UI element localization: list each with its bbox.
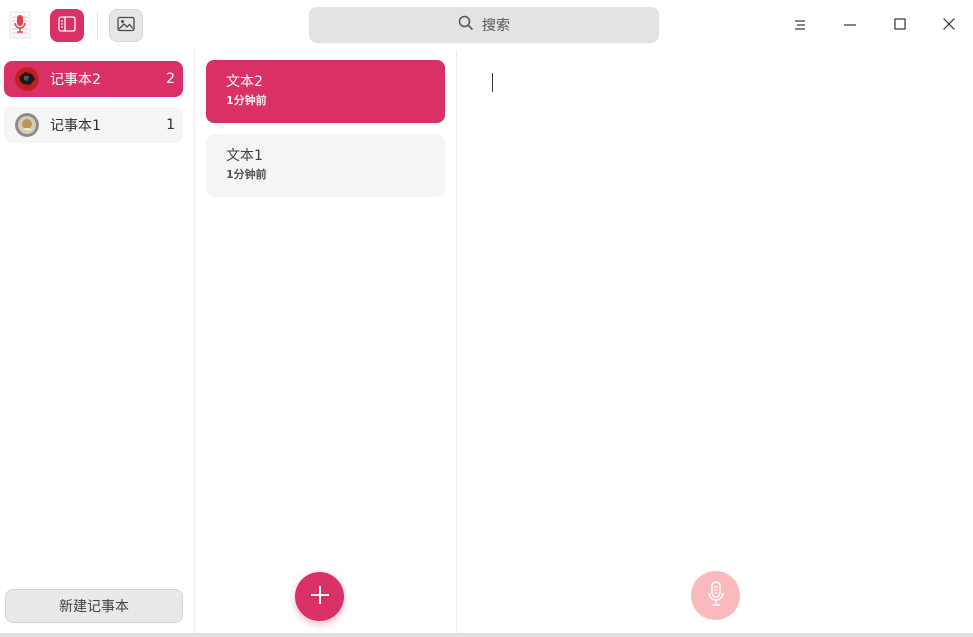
maximize-icon <box>893 16 907 35</box>
notebook-item-2[interactable]: 记事本2 2 <box>4 61 183 97</box>
notebook-panel: 记事本2 2 记事本1 1 新建记事本 <box>0 50 195 637</box>
minimize-button[interactable] <box>835 10 865 40</box>
note-timestamp: 1分钟前 <box>226 94 267 107</box>
menu-icon <box>793 16 807 35</box>
notebook-count: 1 <box>166 117 175 133</box>
window-bottom-edge <box>0 633 973 637</box>
note-title: 文本2 <box>226 74 263 90</box>
maximize-button[interactable] <box>885 10 915 40</box>
minimize-icon <box>843 16 857 35</box>
new-notebook-button[interactable]: 新建记事本 <box>5 589 183 623</box>
note-item-2[interactable]: 文本2 1分钟前 <box>206 60 445 123</box>
close-button[interactable] <box>934 10 964 40</box>
insert-image-button[interactable] <box>109 9 143 42</box>
note-item-1[interactable]: 文本1 1分钟前 <box>206 134 445 197</box>
note-title: 文本1 <box>226 148 263 164</box>
plus-icon <box>309 584 331 610</box>
sidebar-toggle-button[interactable] <box>50 9 84 42</box>
menu-button[interactable] <box>785 10 815 40</box>
notebook-avatar <box>15 67 39 91</box>
notebook-count: 2 <box>166 71 175 87</box>
notebook-item-1[interactable]: 记事本1 1 <box>4 107 183 143</box>
microphone-icon <box>706 580 726 612</box>
notebook-avatar <box>15 113 39 137</box>
notebook-label: 记事本2 <box>50 72 101 88</box>
toolbar-divider <box>97 12 98 39</box>
close-icon <box>942 16 956 35</box>
voice-record-button[interactable] <box>691 571 740 620</box>
add-note-button[interactable] <box>295 572 344 621</box>
text-cursor <box>492 73 493 92</box>
voice-note-app-icon <box>8 11 32 39</box>
image-icon <box>117 16 135 36</box>
search-placeholder: 搜索 <box>482 18 510 34</box>
note-timestamp: 1分钟前 <box>226 168 267 181</box>
note-editor[interactable] <box>458 50 973 637</box>
title-bar: 搜索 <box>0 0 973 50</box>
search-icon <box>458 15 474 35</box>
search-box[interactable]: 搜索 <box>309 7 659 43</box>
notebook-label: 记事本1 <box>50 118 101 134</box>
sidebar-toggle-icon <box>58 15 76 36</box>
note-list-panel: 文本2 1分钟前 文本1 1分钟前 <box>196 50 457 637</box>
